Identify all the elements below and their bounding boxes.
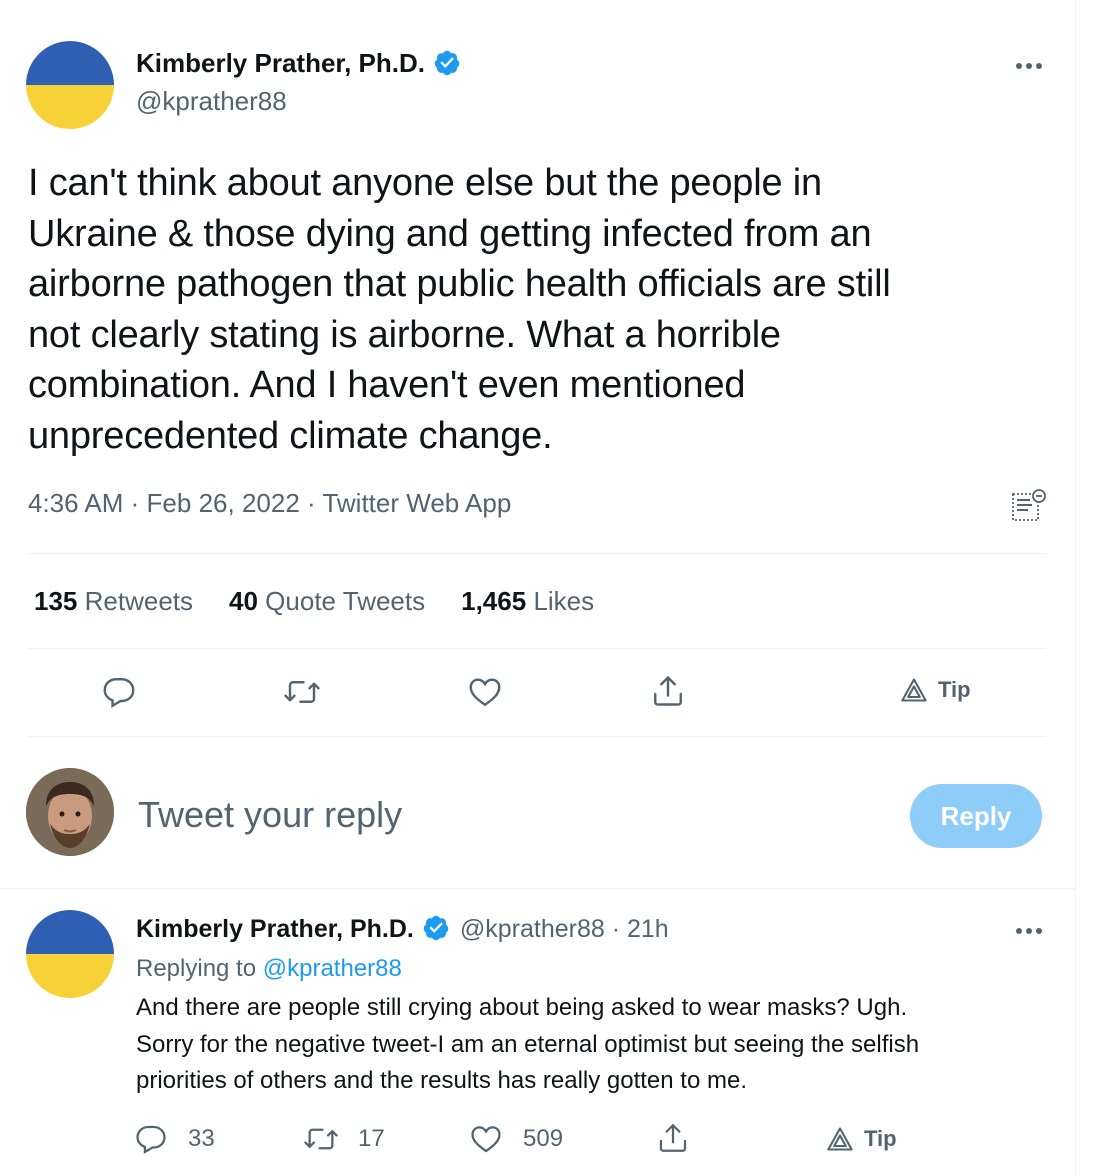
reply-text: And there are people still crying about … [136, 994, 920, 1094]
newsletter-icon[interactable] [1010, 489, 1046, 523]
author-name[interactable]: Kimberly Prather, Ph.D. [136, 48, 461, 79]
user-avatar-photo [26, 768, 114, 856]
retweet-icon [284, 681, 320, 703]
like-button[interactable] [466, 674, 504, 710]
reply-time[interactable]: 21h [627, 915, 669, 943]
verified-badge-icon [434, 50, 460, 76]
divider [28, 553, 1046, 554]
more-icon[interactable] [1009, 921, 1049, 941]
share-icon [659, 1124, 687, 1152]
reply-share-button[interactable] [656, 1120, 690, 1156]
like-icon [469, 678, 501, 707]
author-avatar[interactable] [26, 41, 114, 129]
author-handle[interactable]: @kprather88 [136, 86, 287, 117]
divider [28, 736, 1046, 737]
user-avatar[interactable] [26, 768, 114, 856]
reply-author-avatar[interactable] [26, 910, 114, 998]
meta-separator: · [604, 915, 627, 943]
reply-retweet-button[interactable]: 17 [302, 1122, 385, 1156]
share-button[interactable] [650, 672, 686, 710]
tweet-source[interactable]: Twitter Web App [322, 488, 511, 518]
share-icon [654, 676, 682, 706]
like-icon [471, 1126, 501, 1153]
tip-label: Tip [864, 1126, 897, 1151]
reply-author-name[interactable]: Kimberly Prather, Ph.D. [136, 915, 414, 943]
reply-reply-button[interactable]: 33 [134, 1122, 215, 1156]
reply-icon [136, 1125, 166, 1155]
reply-header: Kimberly Prather, Ph.D. @kprather88 · 21h [136, 914, 669, 944]
meta-separator: · [307, 488, 316, 518]
quotes-stat[interactable]: 40 Quote Tweets [229, 586, 425, 617]
tip-button[interactable]: Tip [900, 677, 971, 703]
reply-submit-button[interactable]: Reply [910, 784, 1042, 848]
tweet-meta: 4:36 AM · Feb 26, 2022 · Twitter Web App [28, 488, 511, 519]
divider [0, 888, 1075, 889]
replying-prefix: Replying to [136, 955, 257, 982]
tip-icon [901, 678, 927, 702]
retweets-stat[interactable]: 135 Retweets [34, 586, 193, 617]
verified-badge-icon [423, 915, 449, 941]
divider [28, 648, 1046, 649]
tweet-text: I can't think about anyone else but the … [28, 162, 891, 457]
replying-handle-link[interactable]: @kprather88 [263, 955, 402, 982]
author-name-text[interactable]: Kimberly Prather, Ph.D. [136, 48, 425, 78]
tweet-stats: 135 Retweets 40 Quote Tweets 1,465 Likes [34, 586, 594, 617]
replying-to: Replying to @kprather88 [136, 955, 402, 983]
more-icon[interactable] [1009, 56, 1049, 76]
column-border [1075, 0, 1076, 1176]
tweet-date[interactable]: Feb 26, 2022 [147, 488, 300, 518]
reply-icon [103, 678, 135, 708]
meta-separator: · [130, 488, 140, 518]
reply-input[interactable] [138, 794, 858, 836]
retweet-icon [304, 1128, 338, 1150]
reply-like-button[interactable]: 509 [469, 1122, 563, 1156]
like-count: 509 [523, 1125, 564, 1152]
tweet-time[interactable]: 4:36 AM [28, 488, 123, 518]
reply-tip-button[interactable]: Tip [826, 1126, 897, 1152]
reply-handle[interactable]: @kprather88 [460, 915, 605, 943]
likes-stat[interactable]: 1,465 Likes [461, 586, 594, 617]
tip-icon [827, 1127, 853, 1151]
reply-button[interactable] [101, 674, 137, 710]
retweet-count: 17 [358, 1125, 385, 1152]
tip-label: Tip [938, 677, 971, 702]
retweet-button[interactable] [282, 674, 322, 710]
reply-count: 33 [188, 1125, 215, 1152]
